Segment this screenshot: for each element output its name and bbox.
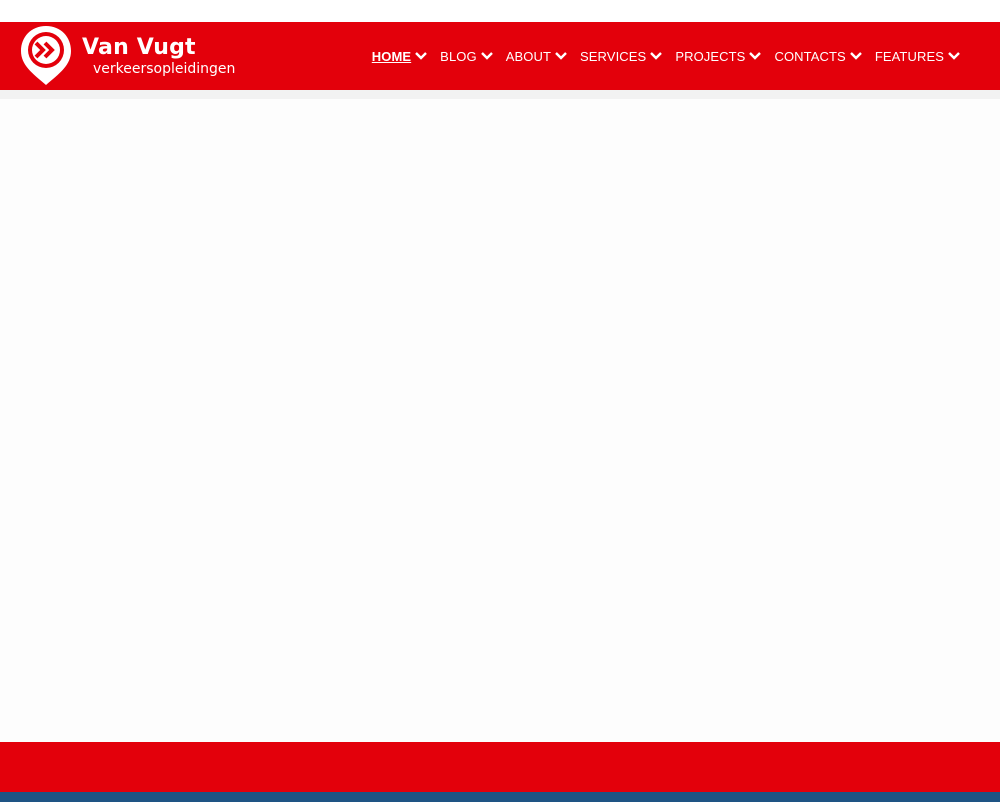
top-strip [0, 0, 1000, 22]
chevron-down-icon [555, 52, 567, 60]
brand-name: Van Vugt [82, 35, 196, 60]
site-header: Van Vugt verkeersopleidingen HOME BLOG A… [0, 22, 1000, 90]
nav-item-contacts[interactable]: CONTACTS [774, 48, 862, 64]
double-chevron-pin-icon [21, 26, 71, 85]
nav-item-features[interactable]: FEATURES [875, 49, 960, 64]
chevron-down-icon [415, 52, 428, 60]
nav-item-label: CONTACTS [774, 48, 846, 64]
nav-item-projects[interactable]: PROJECTS [675, 48, 762, 64]
chevron-down-icon [749, 52, 762, 60]
nav-item-about[interactable]: ABOUT [506, 49, 567, 64]
nav-item-label: HOME [371, 48, 412, 64]
nav-item-label: BLOG [440, 48, 477, 64]
footer-bottom-bar [0, 792, 1000, 802]
nav-item-label: FEATURES [874, 48, 944, 64]
chevron-down-icon [480, 52, 493, 60]
nav-item-services[interactable]: SERVICES [580, 48, 663, 64]
main-nav: HOME BLOG ABOUT SERVICES PROJECTS CONTAC… [359, 22, 960, 90]
nav-item-home[interactable]: HOME [371, 48, 428, 64]
site-footer [0, 742, 1000, 792]
nav-item-label: SERVICES [580, 48, 647, 64]
nav-item-blog[interactable]: BLOG [440, 49, 493, 64]
page: Van Vugt verkeersopleidingen HOME BLOG A… [0, 0, 1000, 802]
chevron-down-icon [650, 52, 663, 60]
chevron-down-icon [849, 52, 862, 60]
header-shadow-strip [0, 90, 1000, 99]
chevron-down-icon [948, 52, 960, 60]
main-content [0, 99, 1000, 742]
nav-item-label: PROJECTS [675, 48, 746, 64]
site-logo[interactable]: Van Vugt verkeersopleidingen [20, 25, 235, 87]
brand-tagline: verkeersopleidingen [93, 61, 236, 77]
nav-item-label: ABOUT [505, 48, 551, 64]
